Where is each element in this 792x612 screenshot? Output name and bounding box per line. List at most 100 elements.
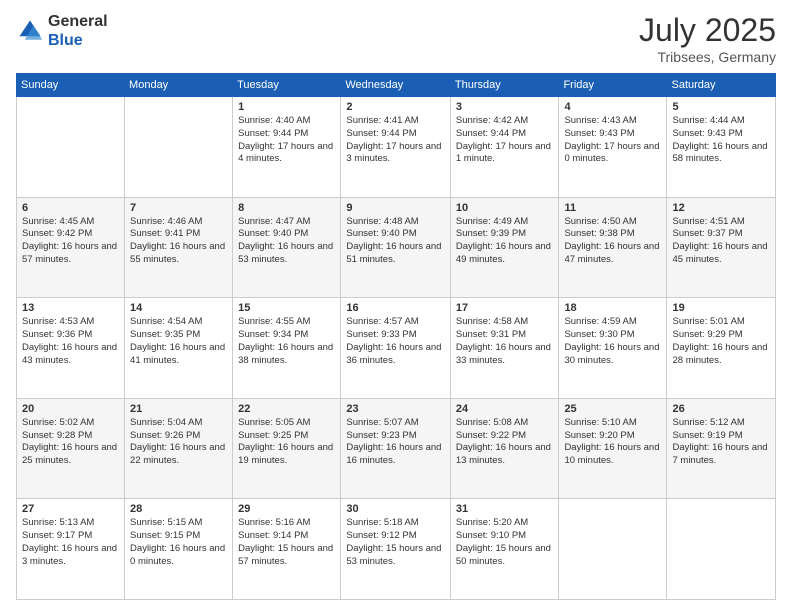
day-number: 14: [130, 302, 227, 314]
day-info: Sunrise: 5:18 AM Sunset: 9:12 PM Dayligh…: [346, 517, 444, 568]
day-info: Sunrise: 5:08 AM Sunset: 9:22 PM Dayligh…: [456, 417, 554, 468]
logo-text: General Blue: [48, 12, 108, 50]
day-number: 13: [22, 302, 119, 314]
day-number: 23: [346, 403, 444, 415]
day-number: 19: [672, 302, 770, 314]
day-info: Sunrise: 4:54 AM Sunset: 9:35 PM Dayligh…: [130, 316, 227, 367]
table-row: 10 Sunrise: 4:49 AM Sunset: 9:39 PM Dayli…: [450, 197, 559, 298]
header-sunday: Sunday: [17, 74, 125, 97]
day-info: Sunrise: 5:02 AM Sunset: 9:28 PM Dayligh…: [22, 417, 119, 468]
day-info: Sunrise: 5:01 AM Sunset: 9:29 PM Dayligh…: [672, 316, 770, 367]
location: Tribsees, Germany: [639, 49, 776, 65]
header-thursday: Thursday: [450, 74, 559, 97]
day-info: Sunrise: 4:40 AM Sunset: 9:44 PM Dayligh…: [238, 115, 335, 166]
day-info: Sunrise: 4:41 AM Sunset: 9:44 PM Dayligh…: [346, 115, 444, 166]
week-row-5: 27 Sunrise: 5:13 AM Sunset: 9:17 PM Dayli…: [17, 499, 776, 600]
day-info: Sunrise: 4:51 AM Sunset: 9:37 PM Dayligh…: [672, 216, 770, 267]
table-row: 22 Sunrise: 5:05 AM Sunset: 9:25 PM Dayli…: [233, 398, 341, 499]
table-row: 6 Sunrise: 4:45 AM Sunset: 9:42 PM Daylig…: [17, 197, 125, 298]
day-info: Sunrise: 4:49 AM Sunset: 9:39 PM Dayligh…: [456, 216, 554, 267]
table-row: 4 Sunrise: 4:43 AM Sunset: 9:43 PM Daylig…: [559, 97, 667, 198]
day-number: 17: [456, 302, 554, 314]
table-row: [17, 97, 125, 198]
day-number: 6: [22, 202, 119, 214]
day-number: 10: [456, 202, 554, 214]
table-row: 25Sunrise: 5:10 AM Sunset: 9:20 PM Dayli…: [559, 398, 667, 499]
table-row: 1 Sunrise: 4:40 AM Sunset: 9:44 PM Daylig…: [233, 97, 341, 198]
day-info: Sunrise: 4:42 AM Sunset: 9:44 PM Dayligh…: [456, 115, 554, 166]
header-saturday: Saturday: [667, 74, 776, 97]
day-number: 27: [22, 503, 119, 515]
logo: General Blue: [16, 12, 108, 50]
table-row: 13 Sunrise: 4:53 AM Sunset: 9:36 PM Dayli…: [17, 298, 125, 399]
day-number: 21: [130, 403, 227, 415]
day-number: 11: [564, 202, 661, 214]
day-info: Sunrise: 5:05 AM Sunset: 9:25 PM Dayligh…: [238, 417, 335, 468]
header-monday: Monday: [125, 74, 233, 97]
table-row: 16Sunrise: 4:57 AM Sunset: 9:33 PM Dayli…: [341, 298, 450, 399]
day-info: Sunrise: 5:15 AM Sunset: 9:15 PM Dayligh…: [130, 517, 227, 568]
table-row: [667, 499, 776, 600]
table-row: 12 Sunrise: 4:51 AM Sunset: 9:37 PM Dayli…: [667, 197, 776, 298]
day-number: 31: [456, 503, 554, 515]
day-number: 15: [238, 302, 335, 314]
week-row-4: 20 Sunrise: 5:02 AM Sunset: 9:28 PM Dayli…: [17, 398, 776, 499]
day-info: Sunrise: 4:43 AM Sunset: 9:43 PM Dayligh…: [564, 115, 661, 166]
table-row: 3Sunrise: 4:42 AM Sunset: 9:44 PM Daylig…: [450, 97, 559, 198]
day-number: 22: [238, 403, 335, 415]
day-number: 30: [346, 503, 444, 515]
day-info: Sunrise: 4:55 AM Sunset: 9:34 PM Dayligh…: [238, 316, 335, 367]
day-number: 1: [238, 101, 335, 113]
table-row: 20 Sunrise: 5:02 AM Sunset: 9:28 PM Dayli…: [17, 398, 125, 499]
week-row-3: 13 Sunrise: 4:53 AM Sunset: 9:36 PM Dayli…: [17, 298, 776, 399]
table-row: 2 Sunrise: 4:41 AM Sunset: 9:44 PM Daylig…: [341, 97, 450, 198]
table-row: 19 Sunrise: 5:01 AM Sunset: 9:29 PM Dayli…: [667, 298, 776, 399]
day-number: 20: [22, 403, 119, 415]
day-number: 18: [564, 302, 661, 314]
day-info: Sunrise: 5:10 AM Sunset: 9:20 PM Dayligh…: [564, 417, 661, 468]
table-row: 14 Sunrise: 4:54 AM Sunset: 9:35 PM Dayli…: [125, 298, 233, 399]
day-number: 16: [346, 302, 444, 314]
day-info: Sunrise: 5:13 AM Sunset: 9:17 PM Dayligh…: [22, 517, 119, 568]
day-info: Sunrise: 4:50 AM Sunset: 9:38 PM Dayligh…: [564, 216, 661, 267]
day-info: Sunrise: 4:45 AM Sunset: 9:42 PM Dayligh…: [22, 216, 119, 267]
day-number: 2: [346, 101, 444, 113]
day-info: Sunrise: 4:48 AM Sunset: 9:40 PM Dayligh…: [346, 216, 444, 267]
day-number: 24: [456, 403, 554, 415]
calendar-header-row: Sunday Monday Tuesday Wednesday Thursday…: [17, 74, 776, 97]
table-row: 8 Sunrise: 4:47 AM Sunset: 9:40 PM Daylig…: [233, 197, 341, 298]
calendar: Sunday Monday Tuesday Wednesday Thursday…: [16, 73, 776, 600]
day-info: Sunrise: 4:46 AM Sunset: 9:41 PM Dayligh…: [130, 216, 227, 267]
day-number: 5: [672, 101, 770, 113]
day-info: Sunrise: 4:59 AM Sunset: 9:30 PM Dayligh…: [564, 316, 661, 367]
table-row: 23Sunrise: 5:07 AM Sunset: 9:23 PM Dayli…: [341, 398, 450, 499]
table-row: 28 Sunrise: 5:15 AM Sunset: 9:15 PM Dayli…: [125, 499, 233, 600]
week-row-2: 6 Sunrise: 4:45 AM Sunset: 9:42 PM Daylig…: [17, 197, 776, 298]
table-row: 21Sunrise: 5:04 AM Sunset: 9:26 PM Dayli…: [125, 398, 233, 499]
table-row: 31 Sunrise: 5:20 AM Sunset: 9:10 PM Dayli…: [450, 499, 559, 600]
day-number: 28: [130, 503, 227, 515]
table-row: 17 Sunrise: 4:58 AM Sunset: 9:31 PM Dayli…: [450, 298, 559, 399]
header-friday: Friday: [559, 74, 667, 97]
day-number: 7: [130, 202, 227, 214]
logo-blue: Blue: [48, 32, 83, 49]
day-info: Sunrise: 5:20 AM Sunset: 9:10 PM Dayligh…: [456, 517, 554, 568]
logo-icon: [16, 17, 44, 45]
day-number: 8: [238, 202, 335, 214]
day-info: Sunrise: 4:47 AM Sunset: 9:40 PM Dayligh…: [238, 216, 335, 267]
day-number: 4: [564, 101, 661, 113]
table-row: 5Sunrise: 4:44 AM Sunset: 9:43 PM Daylig…: [667, 97, 776, 198]
table-row: 18 Sunrise: 4:59 AM Sunset: 9:30 PM Dayli…: [559, 298, 667, 399]
day-info: Sunrise: 5:12 AM Sunset: 9:19 PM Dayligh…: [672, 417, 770, 468]
table-row: 30 Sunrise: 5:18 AM Sunset: 9:12 PM Dayli…: [341, 499, 450, 600]
header-wednesday: Wednesday: [341, 74, 450, 97]
table-row: [125, 97, 233, 198]
table-row: 24 Sunrise: 5:08 AM Sunset: 9:22 PM Dayli…: [450, 398, 559, 499]
table-row: [559, 499, 667, 600]
day-info: Sunrise: 4:53 AM Sunset: 9:36 PM Dayligh…: [22, 316, 119, 367]
day-info: Sunrise: 4:58 AM Sunset: 9:31 PM Dayligh…: [456, 316, 554, 367]
day-number: 12: [672, 202, 770, 214]
table-row: 11 Sunrise: 4:50 AM Sunset: 9:38 PM Dayli…: [559, 197, 667, 298]
table-row: 29Sunrise: 5:16 AM Sunset: 9:14 PM Dayli…: [233, 499, 341, 600]
logo-general: General: [48, 13, 108, 30]
